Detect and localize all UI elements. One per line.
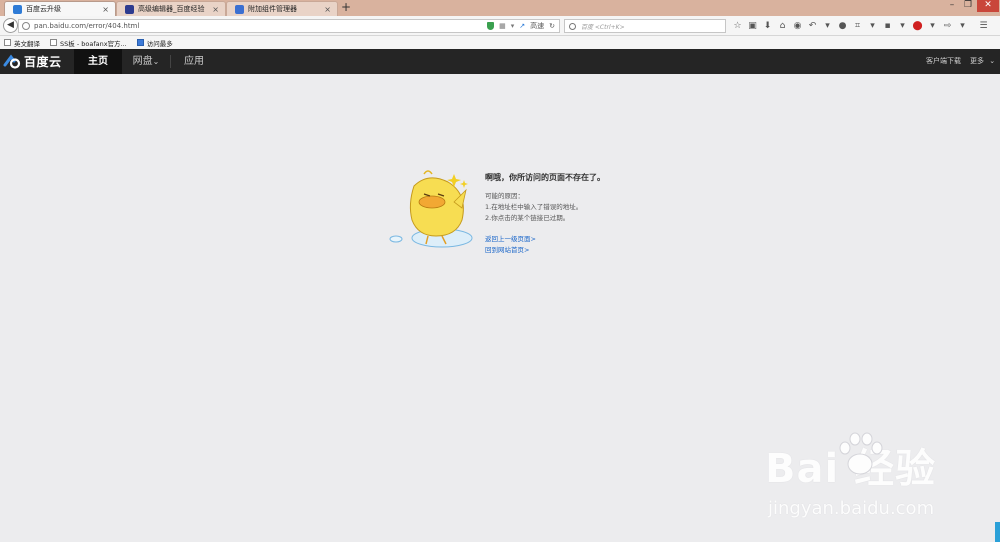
comment-icon[interactable]: ● xyxy=(836,20,849,32)
scrollbar-thumb[interactable] xyxy=(995,522,1000,542)
restore-icon[interactable]: ❐ xyxy=(960,0,976,12)
adblock-icon[interactable]: ⬤ xyxy=(911,20,924,32)
bookmark-label: 英文翻译 xyxy=(14,39,40,48)
back-button[interactable]: ◀ xyxy=(3,18,18,33)
undo-icon[interactable]: ↶ xyxy=(806,20,819,32)
grid-icon[interactable]: ▦ xyxy=(499,22,506,30)
speed-label[interactable]: 高速 xyxy=(530,21,544,31)
search-icon xyxy=(569,22,576,30)
search-box[interactable]: 百度 <Ctrl+K> xyxy=(564,19,726,33)
bookmark-label: SS板 - boafanx官方... xyxy=(60,39,127,48)
tab-baidu-cloud[interactable]: 百度云升级 × xyxy=(4,1,116,16)
close-icon[interactable]: × xyxy=(102,5,109,14)
speed-icon: ↗ xyxy=(519,22,526,30)
chevron-down-icon[interactable]: ▾ xyxy=(821,20,834,32)
new-tab-button[interactable]: + xyxy=(339,1,353,15)
back-link[interactable]: 返回上一级页面> xyxy=(485,233,536,243)
tab-label: 高级编辑器_百度经验 xyxy=(138,5,205,13)
bookmark-item[interactable]: 访问最多 xyxy=(136,38,173,48)
menu-icon[interactable]: ☰ xyxy=(977,20,990,32)
watermark-url: jingyan.baidu.com xyxy=(768,498,935,519)
bookmark-star-icon[interactable]: ☆ xyxy=(731,20,744,32)
chevron-down-icon[interactable]: ▾ xyxy=(866,20,879,32)
crop-icon[interactable]: ⌗ xyxy=(851,20,864,32)
baidu-favicon-icon xyxy=(125,4,134,14)
chevron-down-icon: ⌄ xyxy=(152,57,160,66)
logo-text: 百度云 xyxy=(24,55,62,69)
tab-editor[interactable]: 高级编辑器_百度经验 × xyxy=(116,1,226,16)
reason-item: 2.你点击的某个链接已过期。 xyxy=(485,214,570,222)
tab-addons[interactable]: 附加组件管理器 × xyxy=(226,1,338,16)
cloud-logo-icon xyxy=(3,54,21,69)
bookmark-item[interactable]: 英文翻译 xyxy=(4,38,40,48)
reload-icon[interactable]: ↻ xyxy=(549,22,555,30)
app-header: 百度云 主页 网盘⌄ 应用 客户端下载 更多 ⌄ xyxy=(0,49,1000,74)
chevron-down-icon[interactable]: ▾ xyxy=(956,20,969,32)
close-icon[interactable]: × xyxy=(212,5,219,14)
home-link[interactable]: 回到网站首页> xyxy=(485,244,529,254)
extension-icon[interactable]: ⇨ xyxy=(941,20,954,32)
chick-mascot-illustration xyxy=(389,170,473,248)
reasons-heading: 可能的原因： xyxy=(485,192,524,200)
bookmark-item[interactable]: SS板 - boafanx官方... xyxy=(50,38,127,48)
bookmark-label: 访问最多 xyxy=(146,39,173,48)
url-text[interactable]: pan.baidu.com/error/404.html xyxy=(34,22,487,30)
more-label: 更多 xyxy=(970,57,984,65)
folder-icon xyxy=(136,39,144,46)
download-icon[interactable]: ⬇ xyxy=(761,20,774,32)
page-icon xyxy=(50,39,57,46)
toolbar-icons: ☆ ▣ ⬇ ⌂ ◉ ↶ ▾ ● ⌗ ▾ ▪ ▾ ⬤ ▾ ⇨ ▾ ☰ xyxy=(731,20,992,32)
reason-item: 1.在地址栏中输入了错误的地址。 xyxy=(485,203,583,211)
home-icon[interactable]: ⌂ xyxy=(776,20,789,32)
chevron-down-icon[interactable]: ▾ xyxy=(511,22,515,30)
chevron-down-icon: ⌄ xyxy=(989,57,996,65)
more-menu[interactable]: 更多 ⌄ xyxy=(970,49,995,74)
clipboard-icon[interactable]: ▣ xyxy=(746,20,759,32)
paw-logo-icon xyxy=(839,432,883,475)
page-icon xyxy=(4,39,11,46)
nav-netdisk[interactable]: 网盘⌄ xyxy=(124,49,168,74)
nav-divider xyxy=(170,55,171,68)
tab-label: 附加组件管理器 xyxy=(248,5,297,13)
globe-icon xyxy=(22,22,30,30)
tab-label: 百度云升级 xyxy=(26,5,61,13)
navigation-toolbar: ◀ pan.baidu.com/error/404.html ▦ ▾ ↗ 高速 … xyxy=(0,16,1000,36)
baidu-cloud-logo[interactable]: 百度云 xyxy=(3,53,62,70)
close-window-icon[interactable]: ✕ xyxy=(977,0,999,12)
error-title: 啊哦，你所访问的页面不存在了。 xyxy=(485,173,605,182)
minimize-icon[interactable]: – xyxy=(944,0,960,12)
bookmarks-bar: 英文翻译 SS板 - boafanx官方... 访问最多 xyxy=(0,36,1000,49)
nav-home[interactable]: 主页 xyxy=(74,49,122,74)
baidu-jingyan-watermark: Bai 经验 jingyan.baidu.com xyxy=(765,432,936,519)
baidu-cloud-favicon-icon xyxy=(13,4,22,14)
chevron-down-icon[interactable]: ▾ xyxy=(926,20,939,32)
puzzle-icon xyxy=(235,4,244,14)
screenshot-icon[interactable]: ▪ xyxy=(881,20,894,32)
address-bar[interactable]: pan.baidu.com/error/404.html ▦ ▾ ↗ 高速 ↻ xyxy=(18,19,560,33)
chat-icon[interactable]: ◉ xyxy=(791,20,804,32)
browser-tabstrip: 百度云升级 × 高级编辑器_百度经验 × 附加组件管理器 × + – ❐ ✕ xyxy=(0,0,1000,16)
nav-apps[interactable]: 应用 xyxy=(172,49,216,74)
search-placeholder[interactable]: 百度 <Ctrl+K> xyxy=(581,22,625,31)
shield-icon[interactable] xyxy=(487,22,495,30)
nav-netdisk-label: 网盘 xyxy=(132,56,153,67)
close-icon[interactable]: × xyxy=(324,5,331,14)
chevron-down-icon[interactable]: ▾ xyxy=(896,20,909,32)
client-download-link[interactable]: 客户端下载 xyxy=(926,49,961,74)
